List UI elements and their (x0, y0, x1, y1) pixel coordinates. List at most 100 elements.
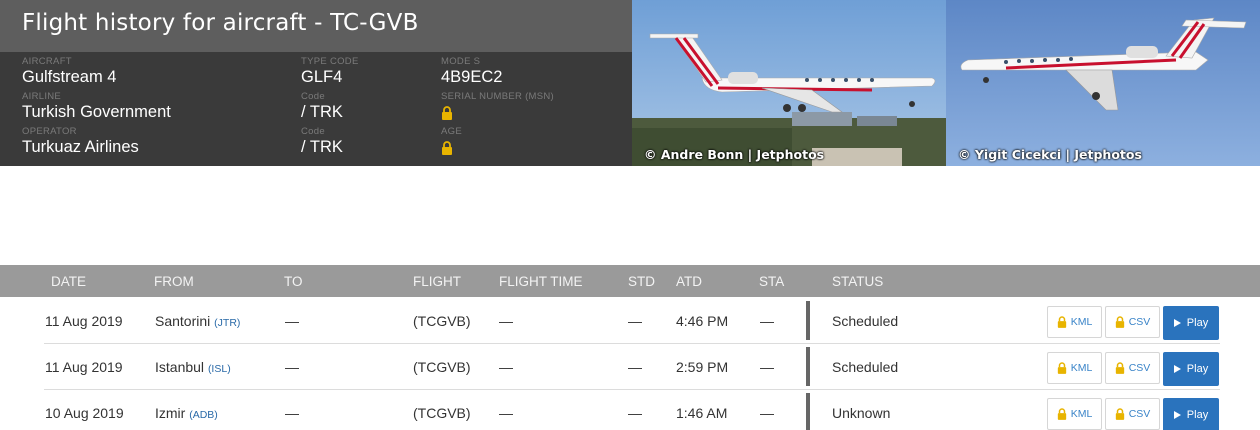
aircraft-photo-image (632, 0, 946, 166)
airline-label: AIRLINE (22, 91, 62, 102)
airline-value: Turkish Government (22, 103, 171, 121)
status-cell: Unknown (832, 405, 891, 421)
kml-label: KML (1070, 316, 1093, 328)
from-airport-code-link[interactable]: (JTR) (214, 317, 240, 329)
status-divider (806, 347, 810, 386)
atd-cell: 1:46 AM (676, 405, 728, 421)
play-button[interactable]: Play (1163, 352, 1219, 386)
from-airport-code-link[interactable]: (ADB) (189, 409, 218, 421)
aircraft-photo-1[interactable]: © Andre Bonn | Jetphotos (632, 0, 946, 166)
photo-credit[interactable]: © Andre Bonn | Jetphotos (644, 147, 824, 162)
from-airport-code-link[interactable]: (ISL) (208, 363, 231, 375)
col-status: STATUS (832, 274, 884, 289)
atd-cell: 4:46 PM (676, 313, 729, 329)
col-std: STD (628, 274, 655, 289)
to-cell: — (285, 405, 299, 421)
play-label: Play (1186, 317, 1209, 329)
sta-cell: — (760, 313, 774, 329)
flight-time-cell: — (499, 313, 513, 329)
flight-time-cell: — (499, 405, 513, 421)
operator-field: OPERATOR Turkuaz Airlines (22, 126, 139, 157)
lock-icon (1115, 408, 1124, 420)
from-cell: Istanbul (ISL) (155, 359, 231, 375)
aircraft-photo-image (946, 0, 1260, 166)
play-button[interactable]: Play (1163, 306, 1219, 340)
play-label: Play (1186, 409, 1209, 421)
serial-number-field: SERIAL NUMBER (MSN) (441, 91, 554, 125)
from-city: Santorini (155, 313, 211, 329)
play-icon (1173, 365, 1181, 373)
serial-number-label: SERIAL NUMBER (MSN) (441, 91, 555, 102)
status-divider (806, 393, 810, 430)
from-city: Istanbul (155, 359, 205, 375)
sta-cell: — (760, 359, 774, 375)
col-flight-time: FLIGHT TIME (499, 274, 583, 289)
lock-icon[interactable] (441, 141, 453, 155)
operator-value: Turkuaz Airlines (22, 138, 139, 156)
csv-label: CSV (1128, 316, 1151, 328)
csv-button[interactable]: CSV (1105, 352, 1160, 384)
std-cell: — (628, 313, 642, 329)
operator-code-value: / TRK (301, 138, 343, 156)
airline-code-value: / TRK (301, 103, 343, 121)
col-flight: FLIGHT (413, 274, 462, 289)
photo-credit[interactable]: © Yigit Cicekci | Jetphotos (958, 147, 1142, 162)
col-from: FROM (154, 274, 194, 289)
table-row[interactable]: 11 Aug 2019 Santorini (JTR) — (TCGVB) — … (44, 298, 1220, 344)
to-cell: — (285, 359, 299, 375)
status-cell: Scheduled (832, 313, 899, 329)
kml-label: KML (1070, 362, 1093, 374)
kml-button[interactable]: KML (1047, 398, 1102, 430)
kml-button[interactable]: KML (1047, 352, 1102, 384)
type-code-value: GLF4 (301, 68, 343, 86)
date-cell: 10 Aug 2019 (45, 405, 124, 421)
type-code-field: TYPE CODE GLF4 (301, 56, 359, 87)
lock-icon (1115, 362, 1124, 374)
play-icon (1173, 411, 1181, 419)
atd-cell: 2:59 PM (676, 359, 729, 375)
lock-icon (1057, 362, 1066, 374)
std-cell: — (628, 359, 642, 375)
table-row[interactable]: 11 Aug 2019 Istanbul (ISL) — (TCGVB) — —… (44, 344, 1220, 390)
lock-icon (1057, 408, 1066, 420)
std-cell: — (628, 405, 642, 421)
age-field: AGE (441, 126, 462, 160)
flight-cell: (TCGVB) (413, 405, 471, 421)
sta-cell: — (760, 405, 774, 421)
title-bar: Flight history for aircraft - TC-GVB (0, 0, 632, 52)
mode-s-field: MODE S 4B9EC2 (441, 56, 502, 87)
mode-s-label: MODE S (441, 56, 481, 67)
col-atd: ATD (676, 274, 702, 289)
operator-code-label: Code (301, 126, 325, 137)
from-cell: Izmir (ADB) (155, 405, 218, 421)
operator-label: OPERATOR (22, 126, 77, 137)
mode-s-value: 4B9EC2 (441, 68, 503, 86)
date-cell: 11 Aug 2019 (45, 313, 123, 329)
col-sta: STA (759, 274, 785, 289)
age-label: AGE (441, 126, 462, 137)
flight-cell: (TCGVB) (413, 313, 471, 329)
flight-cell: (TCGVB) (413, 359, 471, 375)
play-button[interactable]: Play (1163, 398, 1219, 430)
from-city: Izmir (155, 405, 186, 421)
play-icon (1173, 319, 1181, 327)
aircraft-photo-2[interactable]: © Yigit Cicekci | Jetphotos (946, 0, 1260, 166)
operator-code-field: Code / TRK (301, 126, 343, 157)
airline-field: AIRLINE Turkish Government (22, 91, 171, 122)
kml-label: KML (1070, 408, 1093, 420)
type-code-label: TYPE CODE (301, 56, 359, 67)
table-row[interactable]: 10 Aug 2019 Izmir (ADB) — (TCGVB) — — 1:… (44, 390, 1220, 430)
lock-icon (1115, 316, 1124, 328)
csv-button[interactable]: CSV (1105, 398, 1160, 430)
aircraft-field: AIRCRAFT Gulfstream 4 (22, 56, 116, 87)
kml-button[interactable]: KML (1047, 306, 1102, 338)
lock-icon[interactable] (441, 106, 453, 120)
aircraft-value: Gulfstream 4 (22, 68, 117, 86)
airline-code-label: Code (301, 91, 325, 102)
from-cell: Santorini (JTR) (155, 313, 240, 329)
flight-time-cell: — (499, 359, 513, 375)
col-to: TO (284, 274, 303, 289)
csv-button[interactable]: CSV (1105, 306, 1160, 338)
airline-code-field: Code / TRK (301, 91, 343, 122)
date-cell: 11 Aug 2019 (45, 359, 123, 375)
